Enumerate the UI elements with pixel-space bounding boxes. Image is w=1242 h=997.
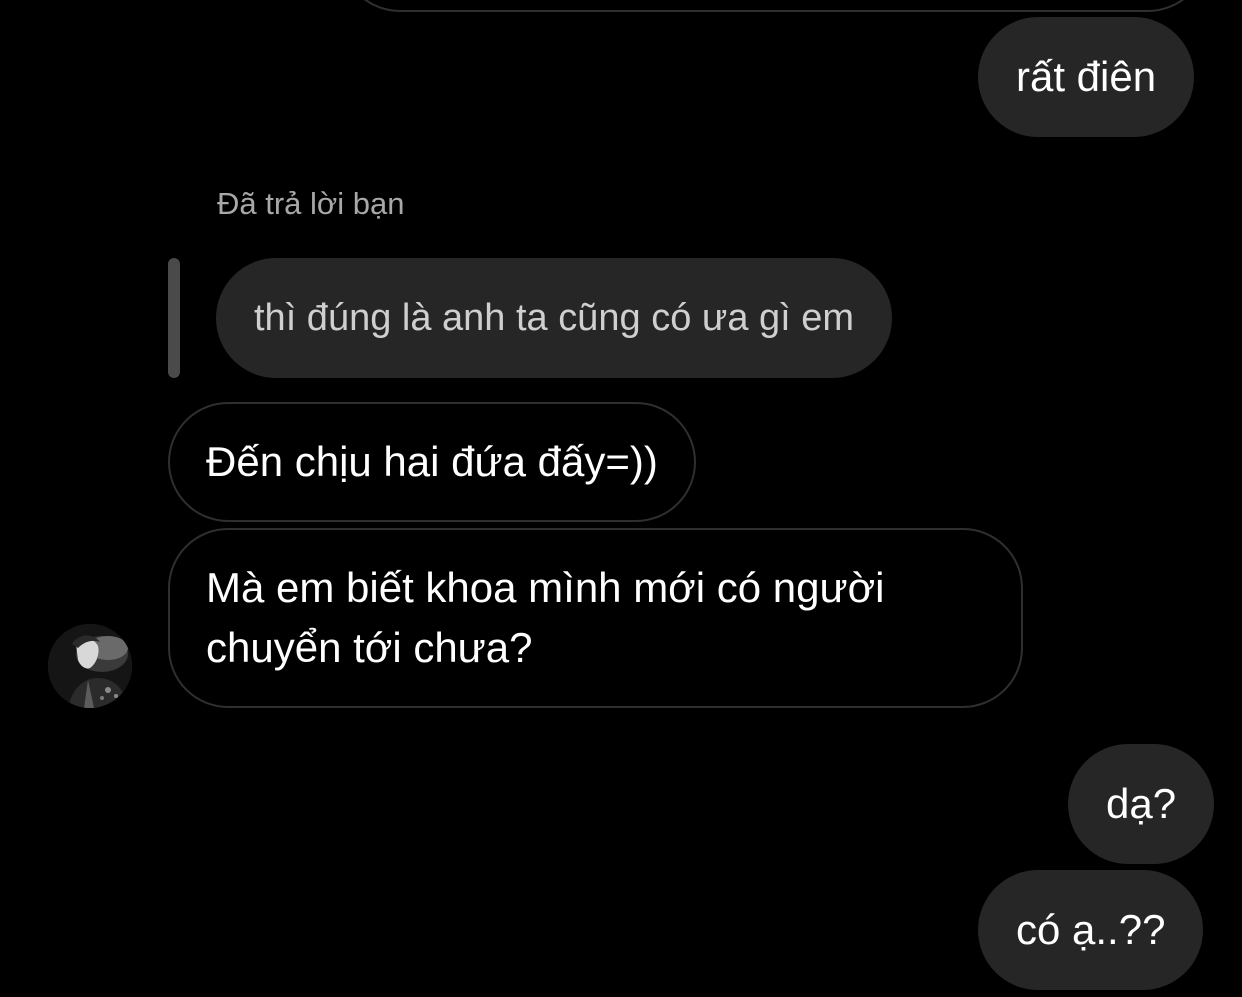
sent-message-bubble[interactable]: rất điên <box>978 17 1195 137</box>
quoted-message-text: thì đúng là anh ta cũng có ưa gì em <box>254 296 855 339</box>
previous-message-bubble-edge <box>340 0 1208 12</box>
received-message-text: Đến chịu hai đứa đấy=)) <box>206 438 658 485</box>
received-message-bubble[interactable]: Đến chịu hai đứa đấy=)) <box>168 402 696 522</box>
sent-message-bubble[interactable]: có ạ..?? <box>978 870 1204 990</box>
sent-message-text: dạ? <box>1106 780 1177 827</box>
reply-indicator-bar <box>168 258 180 378</box>
sender-avatar[interactable] <box>48 624 132 708</box>
quoted-message-bubble[interactable]: thì đúng là anh ta cũng có ưa gì em <box>216 258 893 378</box>
avatar-image <box>48 624 132 708</box>
sent-message-text: rất điên <box>1016 53 1157 100</box>
received-message-text: Mà em biết khoa mình mới có người chuyển… <box>206 564 885 671</box>
sent-message-text: có ạ..?? <box>1016 906 1166 953</box>
reply-context-label: Đã trả lời bạn <box>217 186 405 221</box>
received-message-bubble[interactable]: Mà em biết khoa mình mới có người chuyển… <box>168 528 1023 708</box>
sent-message-bubble[interactable]: dạ? <box>1068 744 1215 864</box>
